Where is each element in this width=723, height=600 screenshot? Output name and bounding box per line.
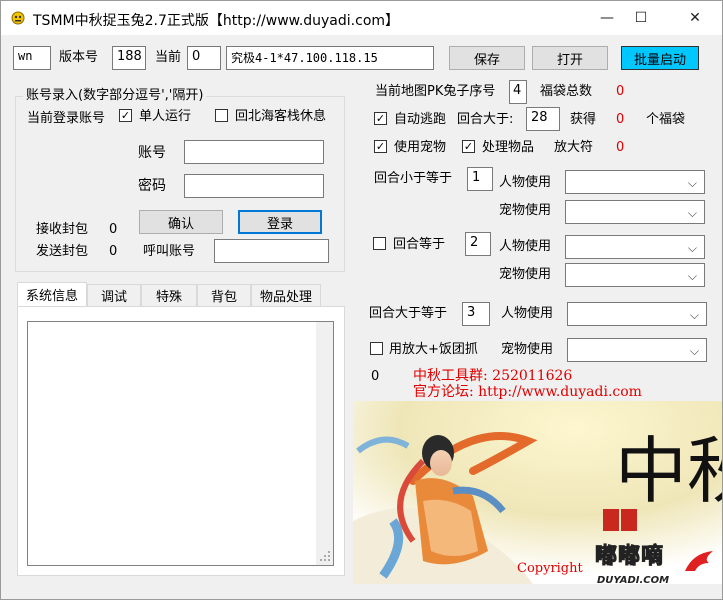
round-le-label: 回合小于等于	[374, 171, 453, 186]
round-eq-checkbox[interactable]	[373, 237, 386, 250]
window-title: TSMM中秋捉玉兔2.7正式版【http://www.duyadi.com】	[33, 13, 400, 29]
gain-value: 0	[616, 112, 625, 127]
return-inn-label: 回北海客栈休息	[235, 109, 327, 124]
chevron-down-icon: ⌵	[689, 308, 699, 322]
mid-autumn-banner: 中秋 Copyright 嘟嘟嘀 DUYADI.COM	[353, 401, 722, 584]
char-skill-select-3[interactable]: ⌵	[567, 302, 707, 326]
bag-total-label: 福袋总数	[540, 84, 593, 99]
qq-group-text: 中秋工具群: 252011626	[413, 368, 573, 384]
pet-use-label-2: 宠物使用	[499, 267, 552, 282]
pk-index-label: 当前地图PK兔子序号	[375, 84, 496, 99]
send-packet-value: 0	[109, 244, 118, 259]
pet-skill-select-2[interactable]: ⌵	[565, 263, 705, 287]
tab-panel	[17, 306, 345, 576]
main-window: TSMM中秋捉玉兔2.7正式版【http://www.duyadi.com】 —…	[0, 0, 723, 600]
password-label: 密码	[138, 178, 166, 194]
duyadi-watermark: 嘟嘟嘀 DUYADI.COM	[591, 544, 721, 584]
single-run-label: 单人运行	[139, 109, 192, 124]
bag-total-value: 0	[616, 84, 625, 99]
wn-field[interactable]: wn	[13, 46, 51, 70]
pk-index-field[interactable]: 4	[509, 80, 527, 104]
server-field[interactable]: 究极4-1*47.100.118.15	[226, 46, 434, 70]
maximize-button[interactable]: ☐	[618, 1, 664, 35]
magnifier-value: 0	[616, 140, 625, 155]
pet-skill-select-1[interactable]: ⌵	[565, 200, 705, 224]
batch-start-button[interactable]: 批量启动	[621, 46, 699, 70]
watermark-url-text: DUYADI.COM	[597, 575, 670, 584]
tab-system-info[interactable]: 系统信息	[17, 282, 87, 306]
process-items-checkbox[interactable]: ✓	[462, 140, 475, 153]
system-info-log[interactable]	[27, 321, 334, 566]
account-input[interactable]	[184, 140, 324, 164]
version-label: 版本号	[59, 50, 99, 65]
open-button[interactable]: 打开	[532, 46, 608, 70]
call-account-label: 呼叫账号	[143, 244, 196, 259]
process-items-label: 处理物品	[482, 140, 535, 155]
counter-value: 0	[371, 369, 380, 384]
forum-link[interactable]: 官方论坛: http://www.duyadi.com	[413, 384, 642, 400]
char-skill-select-2[interactable]: ⌵	[565, 235, 705, 259]
save-button[interactable]: 保存	[449, 46, 525, 70]
pet-use-label-3: 宠物使用	[501, 342, 554, 357]
use-pet-label: 使用宠物	[394, 140, 447, 155]
round-le-field[interactable]: 1	[467, 167, 493, 191]
resize-grip-icon	[319, 550, 331, 562]
auto-escape-checkbox[interactable]: ✓	[374, 112, 387, 125]
tab-special[interactable]: 特殊	[141, 284, 197, 306]
magnify-catch-label: 用放大+饭团抓	[389, 342, 478, 357]
magnifier-label: 放大符	[554, 140, 594, 155]
chevron-down-icon: ⌵	[687, 241, 697, 255]
current-field[interactable]: 0	[187, 46, 221, 70]
confirm-button[interactable]: 确认	[139, 210, 223, 234]
password-input[interactable]	[184, 174, 324, 198]
account-label: 账号	[138, 145, 166, 161]
recv-packet-label: 接收封包	[36, 222, 89, 237]
magnify-catch-checkbox[interactable]	[370, 342, 383, 355]
chevron-down-icon: ⌵	[687, 269, 697, 283]
call-account-input[interactable]	[214, 239, 329, 263]
round-gt-field[interactable]: 28	[526, 107, 560, 131]
recv-packet-value: 0	[109, 222, 118, 237]
current-label: 当前	[155, 50, 182, 65]
send-packet-label: 发送封包	[36, 244, 89, 259]
round-eq-field[interactable]: 2	[465, 232, 491, 256]
flame-logo-icon	[685, 551, 713, 571]
version-field[interactable]: 188	[112, 46, 146, 70]
close-button[interactable]: ✕	[672, 1, 718, 35]
chevron-down-icon: ⌵	[689, 344, 699, 358]
auto-escape-label: 自动逃跑	[394, 112, 447, 127]
tab-debug[interactable]: 调试	[87, 284, 141, 306]
chevron-down-icon: ⌵	[687, 206, 697, 220]
log-scrollbar[interactable]	[316, 322, 333, 565]
char-use-label-2: 人物使用	[499, 239, 552, 254]
login-button[interactable]: 登录	[238, 210, 322, 234]
tab-backpack[interactable]: 背包	[197, 284, 251, 306]
watermark-logo-text: 嘟嘟嘀	[594, 544, 665, 569]
return-inn-checkbox[interactable]	[215, 109, 228, 122]
copyright-text: Copyright	[517, 561, 583, 576]
tab-item-processing[interactable]: 物品处理	[251, 284, 321, 306]
bags-unit-label: 个福袋	[646, 112, 686, 127]
round-gt-label: 回合大于:	[457, 112, 514, 127]
current-login-label: 当前登录账号	[27, 111, 106, 126]
calligraphy-zhong: 中秋	[615, 429, 722, 513]
account-group-title: 账号录入(数字部分逗号','隔开)	[23, 88, 207, 104]
char-skill-select-1[interactable]: ⌵	[565, 170, 705, 194]
single-run-checkbox[interactable]: ✓	[119, 109, 132, 122]
pet-skill-select-3[interactable]: ⌵	[567, 338, 707, 362]
chevron-down-icon: ⌵	[687, 176, 697, 190]
pet-use-label-1: 宠物使用	[499, 203, 552, 218]
char-use-label-3: 人物使用	[501, 306, 554, 321]
app-icon	[11, 11, 25, 25]
round-ge-field[interactable]: 3	[462, 302, 490, 326]
round-ge-label: 回合大于等于	[369, 306, 448, 321]
char-use-label-1: 人物使用	[499, 175, 552, 190]
gain-label: 获得	[570, 112, 597, 127]
round-eq-label: 回合等于	[393, 237, 446, 252]
title-bar: TSMM中秋捉玉兔2.7正式版【http://www.duyadi.com】 —…	[1, 1, 722, 35]
use-pet-checkbox[interactable]: ✓	[374, 140, 387, 153]
